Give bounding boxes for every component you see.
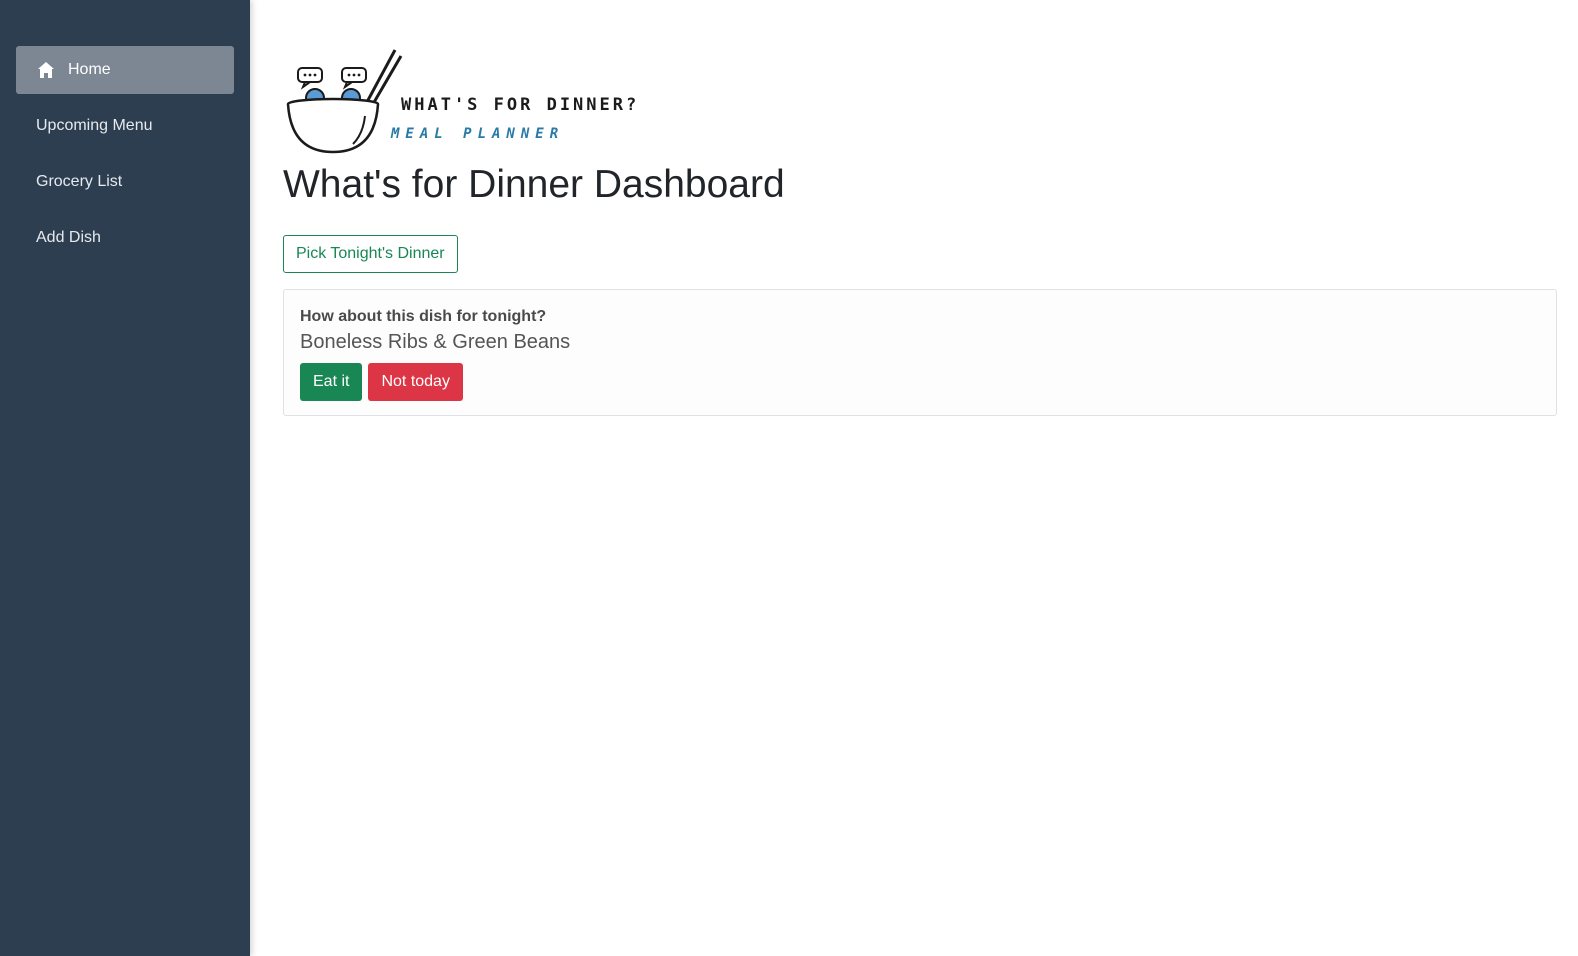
home-icon bbox=[36, 60, 56, 80]
not-today-button[interactable]: Not today bbox=[368, 363, 463, 401]
sidebar-item-label: Upcoming Menu bbox=[36, 117, 153, 134]
sidebar: Home Upcoming Menu Grocery List Add Dish bbox=[0, 0, 250, 956]
pick-dinner-button[interactable]: Pick Tonight's Dinner bbox=[283, 235, 458, 273]
app-logo: WHAT'S FOR DINNER? MEAL PLANNER bbox=[283, 44, 683, 158]
suggestion-actions: Eat it Not today bbox=[300, 363, 1540, 401]
sidebar-item-upcoming-menu[interactable]: Upcoming Menu bbox=[16, 102, 234, 150]
sidebar-item-grocery-list[interactable]: Grocery List bbox=[16, 158, 234, 206]
sidebar-item-label: Add Dish bbox=[36, 229, 101, 246]
sidebar-item-home[interactable]: Home bbox=[16, 46, 234, 94]
logo-subtitle: MEAL PLANNER bbox=[391, 126, 565, 142]
suggestion-question: How about this dish for tonight? bbox=[300, 308, 547, 325]
logo-title: WHAT'S FOR DINNER? bbox=[401, 95, 640, 115]
suggested-dish: Boneless Ribs & Green Beans bbox=[300, 331, 571, 353]
eat-it-button[interactable]: Eat it bbox=[300, 363, 363, 401]
page-title: What's for Dinner Dashboard bbox=[283, 163, 785, 206]
bowl-logo-icon bbox=[286, 49, 403, 154]
sidebar-item-label: Home bbox=[68, 61, 111, 78]
suggestion-card: How about this dish for tonight? Boneles… bbox=[283, 289, 1557, 416]
sidebar-item-add-dish[interactable]: Add Dish bbox=[16, 214, 234, 262]
sidebar-item-label: Grocery List bbox=[36, 173, 123, 190]
